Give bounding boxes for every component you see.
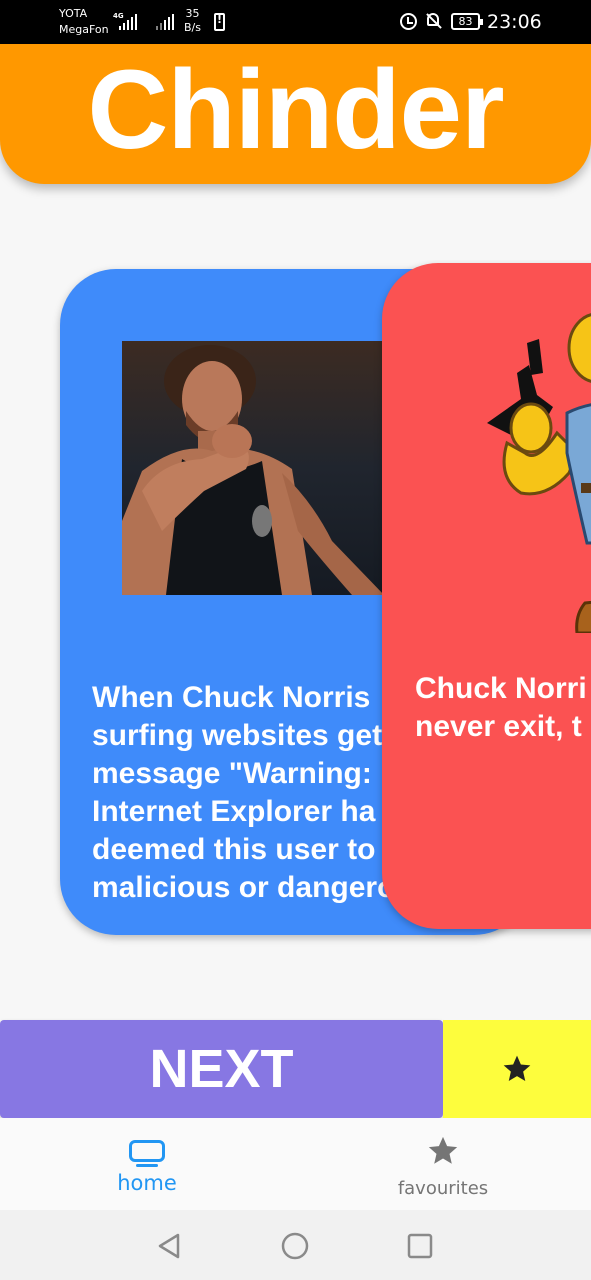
home-circle-icon[interactable] [281, 1232, 309, 1260]
nav-home[interactable]: home [87, 1118, 207, 1210]
carrier-info: YOTA MegaFon [59, 6, 109, 38]
cartoon-gunman-image [477, 303, 591, 635]
speed-value: 35 [185, 7, 200, 20]
joke-text-next: Chuck Norri never exit, t [415, 672, 587, 743]
speed-unit: B/s [184, 21, 201, 34]
tv-icon [129, 1140, 165, 1167]
next-button[interactable]: NEXT [0, 1020, 443, 1118]
carrier-bottom: MegaFon [59, 23, 109, 36]
recents-icon[interactable] [407, 1232, 433, 1260]
signal-icon [119, 14, 137, 30]
chuck-norris-photo [122, 341, 384, 595]
star-icon [428, 1136, 458, 1164]
mute-icon [424, 12, 442, 30]
signal-icon-2 [156, 14, 174, 30]
nav-favourites[interactable]: favourites [383, 1118, 503, 1210]
star-icon [503, 1055, 531, 1081]
status-bar: YOTA MegaFon 4G 35 B/s 83 23:06 [0, 0, 591, 44]
nav-favourites-label: favourites [397, 1178, 489, 1199]
app-header: Chinder [0, 44, 591, 184]
back-icon[interactable] [156, 1232, 182, 1260]
bottom-navigation: home favourites [0, 1118, 591, 1210]
network-speed: 35 B/s [184, 7, 201, 35]
next-joke-card[interactable]: Chuck Norri never exit, t [382, 263, 591, 929]
system-navigation [0, 1210, 591, 1280]
card-stack: When Chuck Norris surfing websites get m… [0, 260, 591, 950]
nav-home-label: home [117, 1171, 177, 1195]
app-title: Chinder [87, 47, 504, 172]
clock: 23:06 [487, 11, 542, 33]
carrier-top: YOTA [59, 7, 88, 20]
alarm-icon [400, 13, 417, 30]
battery-icon: 83 [451, 13, 483, 30]
joke-text: When Chuck Norris surfing websites get m… [92, 681, 396, 904]
sim-alert-icon [214, 13, 225, 31]
favourite-button[interactable] [443, 1020, 591, 1118]
